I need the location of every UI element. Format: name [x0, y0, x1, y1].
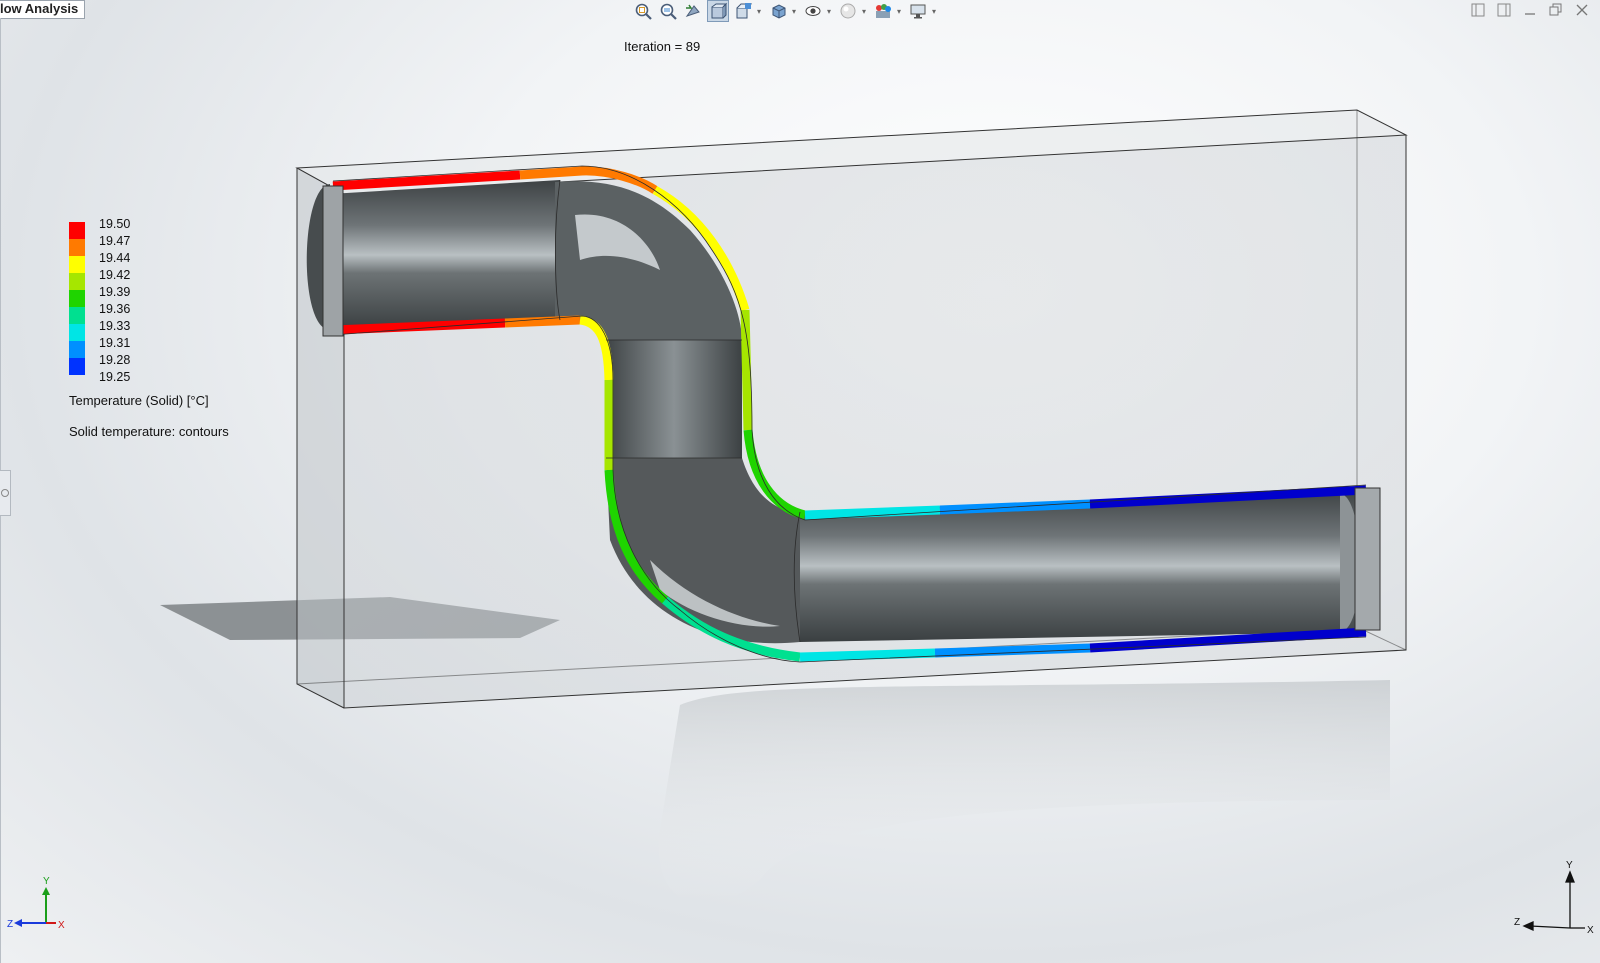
legend-tick: 19.31 [99, 336, 131, 350]
legend-color-segment [69, 307, 85, 324]
model-reflection [658, 680, 1390, 905]
legend-color-segment [69, 239, 85, 256]
legend-tick: 19.36 [99, 302, 131, 316]
svg-text:X: X [58, 920, 65, 931]
legend-color-segment [69, 290, 85, 307]
legend-color-segment [69, 358, 85, 375]
legend-color-segment [69, 256, 85, 273]
legend-color-bar [69, 222, 85, 375]
legend-color-segment [69, 222, 85, 239]
legend-tick: 19.33 [99, 319, 131, 333]
graphics-area[interactable]: Y Z X Y Z X [0, 0, 1600, 963]
legend-color-segment [69, 324, 85, 341]
legend-tick: 19.39 [99, 285, 131, 299]
svg-text:X: X [1587, 925, 1594, 936]
svg-text:Z: Z [7, 919, 13, 930]
legend-tick: 19.28 [99, 353, 131, 367]
legend-tick: 19.25 [99, 370, 131, 384]
legend-title: Temperature (Solid) [°C] [69, 393, 209, 408]
legend-tick: 19.47 [99, 234, 131, 248]
reference-triad-large: Y Z X [1514, 860, 1594, 936]
svg-text:Y: Y [43, 876, 50, 887]
legend-subtitle: Solid temperature: contours [69, 424, 229, 439]
reference-triad-small: Y Z X [7, 876, 65, 931]
inlet-lid[interactable] [322, 185, 344, 337]
legend-tick: 19.44 [99, 251, 131, 265]
legend-tick-labels: 19.50 19.47 19.44 19.42 19.39 19.36 19.33 19.31… [99, 216, 130, 386]
svg-text:Z: Z [1514, 917, 1520, 928]
legend-color-segment [69, 273, 85, 290]
outlet-lid[interactable] [1354, 487, 1381, 631]
svg-text:Y: Y [1566, 860, 1573, 871]
legend-tick: 19.50 [99, 217, 131, 231]
legend-tick: 19.42 [99, 268, 131, 282]
legend-color-segment [69, 341, 85, 358]
